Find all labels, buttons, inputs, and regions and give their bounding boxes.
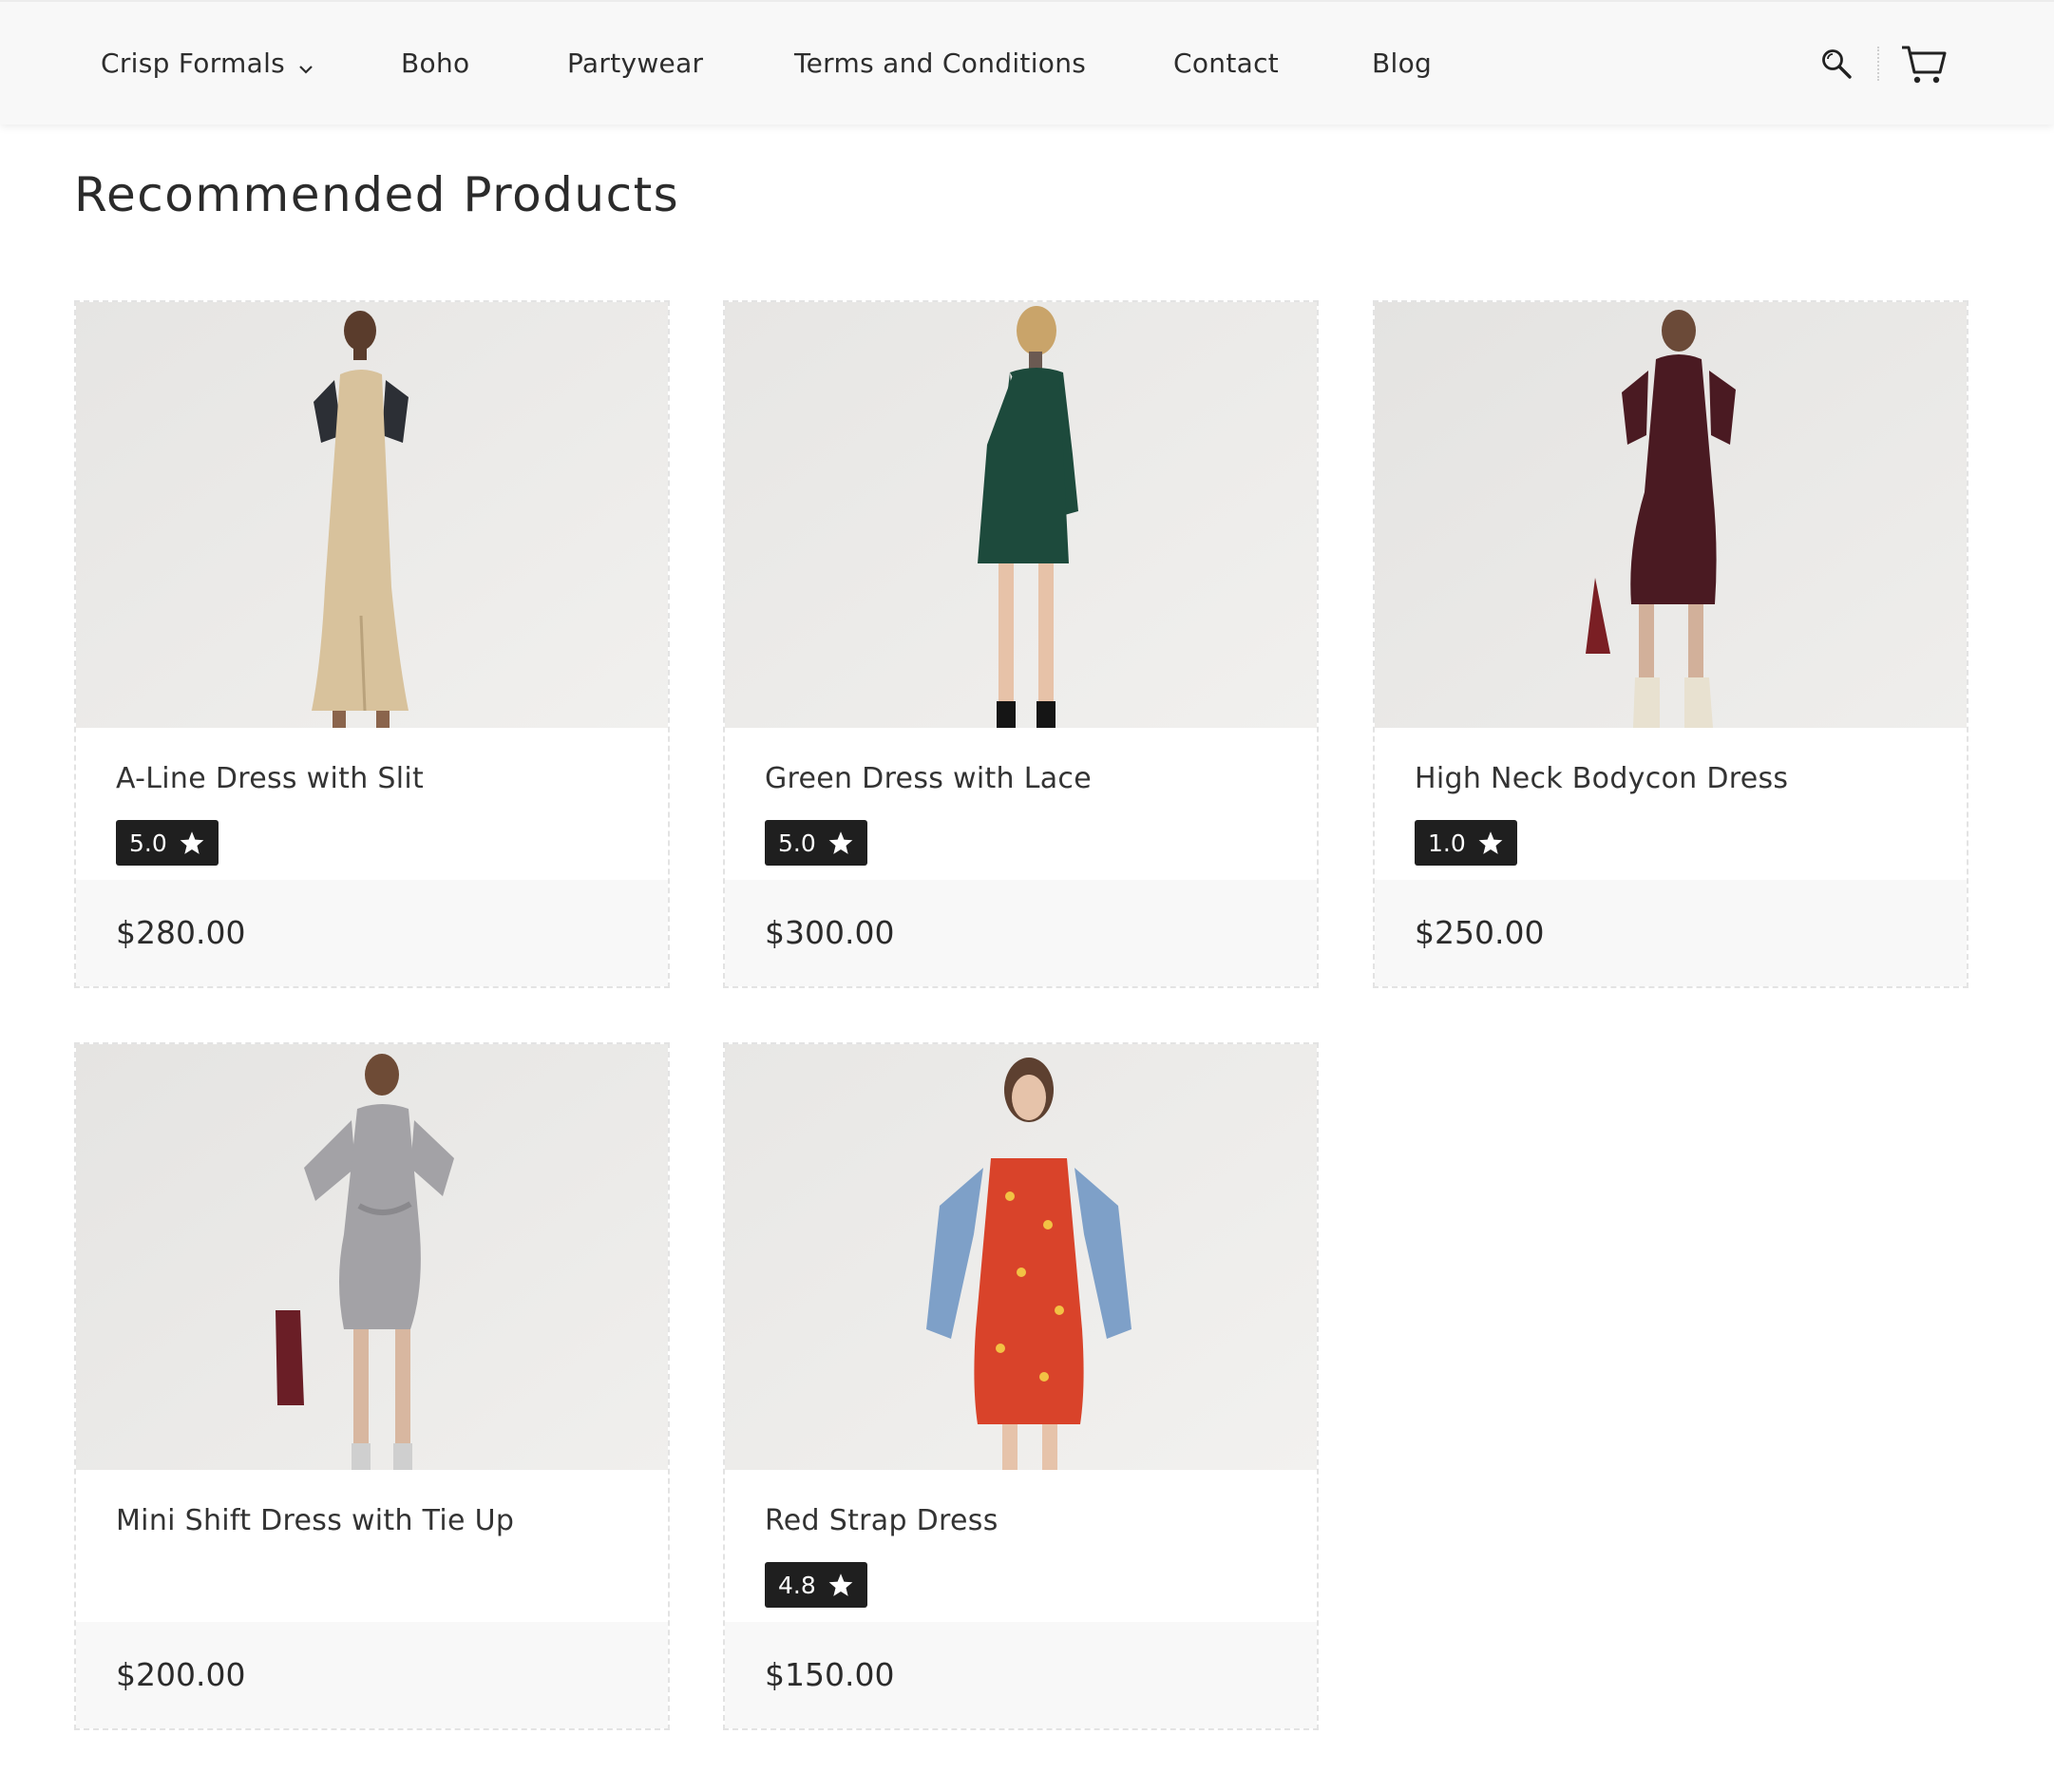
rating-badge: 5.0 (765, 820, 867, 866)
price-bar: $280.00 (76, 880, 668, 986)
chevron-down-icon (298, 49, 314, 81)
product-name: High Neck Bodycon Dress (1415, 762, 1789, 795)
rating-value: 1.0 (1428, 829, 1466, 857)
product-name: Red Strap Dress (765, 1504, 998, 1537)
product-image (725, 1044, 1317, 1470)
nav-item-label: Terms and Conditions (794, 48, 1087, 79)
nav-item-label: Boho (401, 48, 470, 79)
rating-value: 5.0 (778, 829, 816, 857)
product-card[interactable]: Mini Shift Dress with Tie Up $200.00 (74, 1042, 670, 1730)
rating-badge: 4.8 (765, 1562, 867, 1608)
nav-item-label: Contact (1173, 48, 1280, 79)
product-name: Mini Shift Dress with Tie Up (116, 1504, 515, 1537)
nav-item-terms-and-conditions[interactable]: Terms and Conditions (794, 48, 1086, 79)
product-price: $150.00 (765, 1656, 895, 1693)
nav-item-label: Blog (1372, 48, 1433, 79)
price-bar: $300.00 (725, 880, 1317, 986)
product-card[interactable]: A-Line Dress with Slit 5.0 $280.00 (74, 300, 670, 988)
nav-item-label: Partywear (567, 48, 704, 79)
product-card[interactable]: High Neck Bodycon Dress 1.0 $250.00 (1373, 300, 1968, 988)
price-bar: $250.00 (1375, 880, 1967, 986)
star-icon (1478, 830, 1503, 854)
section-title: Recommended Products (74, 167, 680, 222)
product-image (725, 302, 1317, 728)
product-price: $300.00 (765, 914, 895, 951)
price-bar: $150.00 (725, 1622, 1317, 1728)
product-card[interactable]: Green Dress with Lace 5.0 $300.00 (723, 300, 1319, 988)
star-icon (180, 830, 204, 854)
nav-item-label: Crisp Formals (101, 48, 286, 79)
product-name: Green Dress with Lace (765, 762, 1092, 795)
product-price: $250.00 (1415, 914, 1545, 951)
product-image (1375, 302, 1967, 728)
product-name: A-Line Dress with Slit (116, 762, 425, 795)
top-navigation: Crisp Formals Boho Partywear Terms and C… (0, 0, 2054, 124)
product-price: $280.00 (116, 914, 246, 951)
cart-icon[interactable] (1900, 44, 1948, 89)
nav-item-blog[interactable]: Blog (1372, 48, 1432, 79)
search-icon[interactable] (1820, 48, 1853, 84)
star-icon (828, 1573, 853, 1596)
nav-item-contact[interactable]: Contact (1173, 48, 1279, 79)
nav-item-boho[interactable]: Boho (401, 48, 469, 79)
product-price: $200.00 (116, 1656, 246, 1693)
product-image (76, 1044, 668, 1470)
nav-item-partywear[interactable]: Partywear (567, 48, 703, 79)
nav-separator (1877, 47, 1879, 81)
price-bar: $200.00 (76, 1622, 668, 1728)
rating-badge: 5.0 (116, 820, 219, 866)
nav-item-crisp-formals[interactable]: Crisp Formals (101, 48, 314, 81)
product-card[interactable]: Red Strap Dress 4.8 $150.00 (723, 1042, 1319, 1730)
product-image (76, 302, 668, 728)
star-icon (828, 830, 853, 854)
rating-value: 5.0 (129, 829, 167, 857)
rating-badge: 1.0 (1415, 820, 1517, 866)
rating-value: 4.8 (778, 1571, 816, 1599)
